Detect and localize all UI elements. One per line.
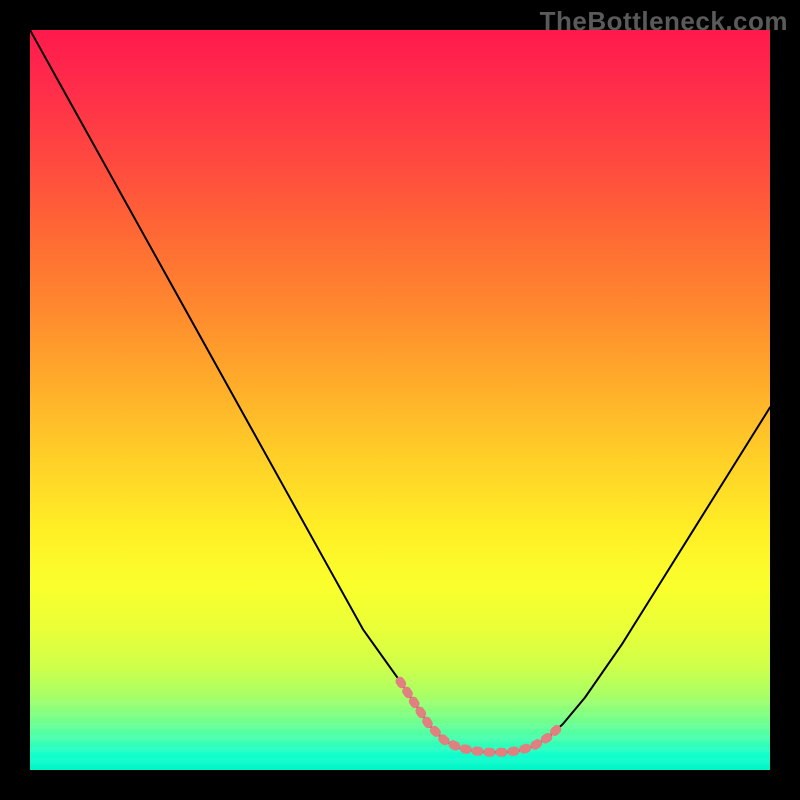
- bottleneck-curve: [30, 30, 770, 752]
- watermark-text: TheBottleneck.com: [540, 6, 788, 37]
- plot-area: [30, 30, 770, 770]
- curve-svg: [30, 30, 770, 770]
- flat-zone-marker: [400, 681, 563, 752]
- chart-container: TheBottleneck.com: [0, 0, 800, 800]
